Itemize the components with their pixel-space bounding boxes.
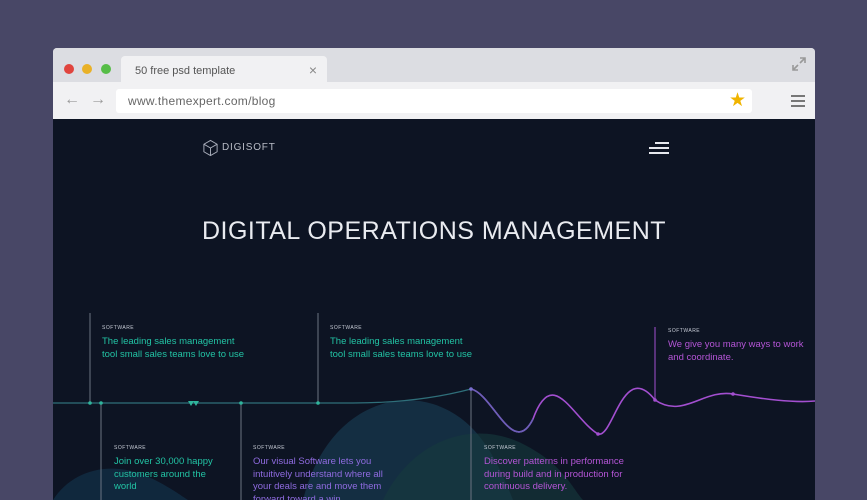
webpage: DIGISOFT DIGITAL OPERATIONS MANAGEMENT S… — [53, 119, 815, 500]
browser-toolbar: ← → www.themexpert.com/blog ★ — [53, 82, 815, 119]
feature-card: SOFTWARE Join over 30,000 happy customer… — [114, 445, 229, 494]
menu-icon[interactable] — [791, 95, 805, 107]
close-icon[interactable]: × — [309, 63, 317, 77]
card-text: Our visual Software lets you intuitively… — [253, 456, 383, 500]
card-text: The leading sales management tool small … — [330, 336, 473, 360]
feature-card: SOFTWARE Our visual Software lets you in… — [253, 445, 393, 500]
card-label: SOFTWARE — [484, 445, 517, 451]
logo-text[interactable]: DIGISOFT — [222, 142, 276, 153]
feature-card: SOFTWARE Discover patterns in performanc… — [484, 445, 624, 494]
star-icon[interactable]: ★ — [729, 90, 746, 112]
expand-icon[interactable] — [791, 56, 807, 72]
tab-title: 50 free psd template — [135, 65, 236, 77]
tab-bar: 50 free psd template × — [53, 48, 815, 86]
feature-card: SOFTWARE The leading sales management to… — [102, 325, 252, 361]
close-window-button[interactable] — [64, 64, 74, 74]
card-text: The leading sales management tool small … — [102, 336, 245, 360]
forward-icon[interactable]: → — [90, 91, 106, 109]
card-text: We give you many ways to work and coordi… — [668, 339, 804, 363]
card-text: Discover patterns in performance during … — [484, 456, 624, 492]
address-bar[interactable]: www.themexpert.com/blog ★ — [116, 89, 752, 113]
minimize-window-button[interactable] — [82, 64, 92, 74]
url-text: www.themexpert.com/blog — [128, 94, 276, 108]
feature-card: SOFTWARE We give you many ways to work a… — [668, 328, 808, 364]
maximize-window-button[interactable] — [101, 64, 111, 74]
hero-title: DIGITAL OPERATIONS MANAGEMENT — [201, 217, 667, 245]
back-icon[interactable]: ← — [64, 91, 80, 109]
card-label: SOFTWARE — [253, 445, 286, 451]
card-label: SOFTWARE — [668, 328, 701, 334]
hamburger-menu-icon[interactable] — [649, 142, 669, 154]
feature-card: SOFTWARE The leading sales management to… — [330, 325, 480, 361]
card-text: Join over 30,000 happy customers around … — [114, 456, 213, 492]
card-label: SOFTWARE — [330, 325, 363, 331]
logo-cube-icon — [203, 139, 218, 157]
card-label: SOFTWARE — [102, 325, 135, 331]
browser-window: 50 free psd template × ← → www.themexper… — [53, 48, 815, 500]
card-label: SOFTWARE — [114, 445, 147, 451]
wave-graphic — [53, 313, 815, 500]
